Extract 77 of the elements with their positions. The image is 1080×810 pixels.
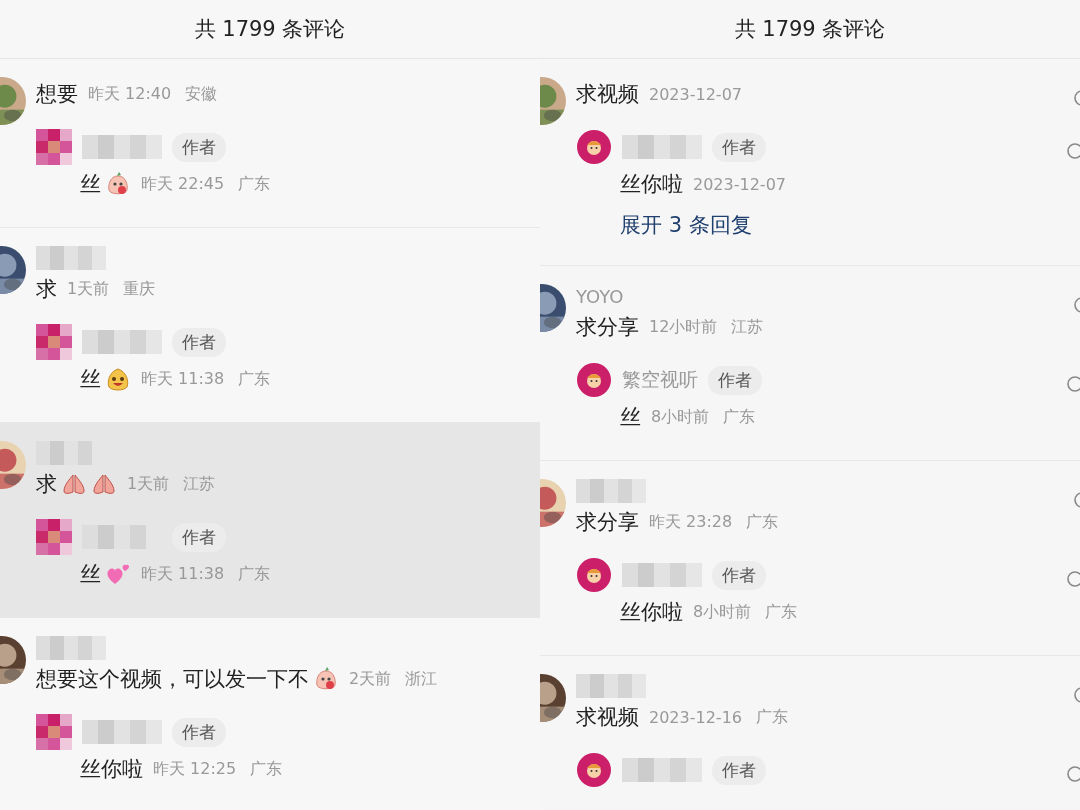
reply-time: 8小时前 [693,601,752,623]
pixelated-avatar [36,519,72,555]
comment-row[interactable]: 求视频 2023-12-07 作者 丝你啦 2023-12-07 展开 3 条回复 [540,59,1080,266]
comment-location: 江苏 [731,316,764,338]
reply-time: 昨天 12:25 [153,758,237,780]
comment-location: 重庆 [123,278,156,300]
pixelated-avatar [36,714,72,750]
like-icon[interactable] [1066,570,1080,588]
author-tag: 作者 [172,132,226,162]
reply-text: 丝 [80,561,101,588]
comment-row[interactable]: 求 1天前 江苏 作者 丝 昨天 11:38 广东 [0,423,540,618]
comment-row[interactable]: 想要 昨天 12:40 安徽 作者 丝 昨天 22:45 广东 [0,59,540,228]
expand-replies-link[interactable]: 展开 3 条回复 [620,211,1073,239]
author-tag: 作者 [712,560,766,590]
comment-text: 求视频 [576,81,639,108]
reply-time: 8小时前 [651,406,710,428]
reply-time: 2023-12-07 [693,174,786,194]
reply-text: 丝你啦 [620,599,683,626]
comment-time: 1天前 [67,278,110,300]
comment-location: 广东 [756,706,788,728]
reply-location: 广东 [765,601,798,623]
comment-location: 广东 [746,511,779,533]
comment-text: 想要 [36,81,78,108]
like-icon[interactable] [1066,142,1080,160]
reply-text: 丝 [620,404,641,431]
like-icon[interactable] [1066,765,1080,783]
comment-text: 求视频 [576,704,639,731]
comment-time: 昨天 12:40 [88,83,172,105]
reply-location: 广东 [238,368,271,390]
comment-text: 求分享 [576,509,639,536]
author-tag: 作者 [712,132,766,162]
peach-face-icon [105,171,131,197]
like-icon[interactable] [1066,375,1080,393]
author-tag: 作者 [172,327,226,357]
pixelated-avatar [36,129,72,165]
reply-time: 昨天 11:38 [141,368,225,390]
reply-location: 广东 [723,406,756,428]
comment-time: 12小时前 [649,316,718,338]
comment-row[interactable]: 求视频 2023-12-16 广东 作者 [540,656,1080,810]
reply-time: 昨天 22:45 [141,173,225,195]
reply-time: 昨天 11:38 [141,563,225,585]
comment-text: 求 [36,276,57,303]
avatar-icon [576,752,612,788]
grinning-face-icon [105,366,131,392]
comment-location: 江苏 [183,473,216,495]
pixelated-avatar [36,324,72,360]
avatar-icon [576,362,612,398]
comment-time: 1天前 [127,473,170,495]
peach-face-icon [313,666,339,692]
comment-row[interactable]: 想要这个视频，可以发一下不 2天前 浙江 作者 丝你啦 昨天 12:25 广东 [0,618,540,810]
avatar-icon [576,557,612,593]
avatar-icon [576,129,612,165]
comment-location: 浙江 [405,668,438,690]
reply-text: 丝你啦 [80,756,143,783]
reply-text: 丝你啦 [620,171,683,198]
comment-time: 昨天 23:28 [649,511,733,533]
reply-text: 丝 [80,171,101,198]
comment-text: 想要这个视频，可以发一下不 [36,666,309,693]
comment-row[interactable]: 求分享 昨天 23:28 广东 作者 丝你啦 8小时前 广东 [540,461,1080,656]
comment-location: 安徽 [185,83,218,105]
comment-text: 求 [36,471,57,498]
comment-text: 求分享 [576,314,639,341]
author-tag: 作者 [708,365,762,395]
comment-time: 2023-12-16 [649,707,742,727]
comment-time: 2023-12-07 [649,84,742,104]
author-tag: 作者 [712,755,766,785]
author-tag: 作者 [172,522,226,552]
reply-location: 广东 [238,173,271,195]
reply-location: 广东 [250,758,283,780]
reply-text: 丝 [80,366,101,393]
comment-time: 2天前 [349,668,392,690]
comment-count-title: 共 1799 条评论 [734,16,886,43]
author-tag: 作者 [172,717,226,747]
reply-location: 广东 [238,563,271,585]
comment-count-title: 共 1799 条评论 [194,16,346,43]
comment-row[interactable]: 求 1天前 重庆 作者 丝 昨天 11:38 广东 [0,228,540,423]
comment-row[interactable]: YOYO 求分享 12小时前 江苏 繁空视听 作者 丝 8小时前 广东 [540,266,1080,461]
